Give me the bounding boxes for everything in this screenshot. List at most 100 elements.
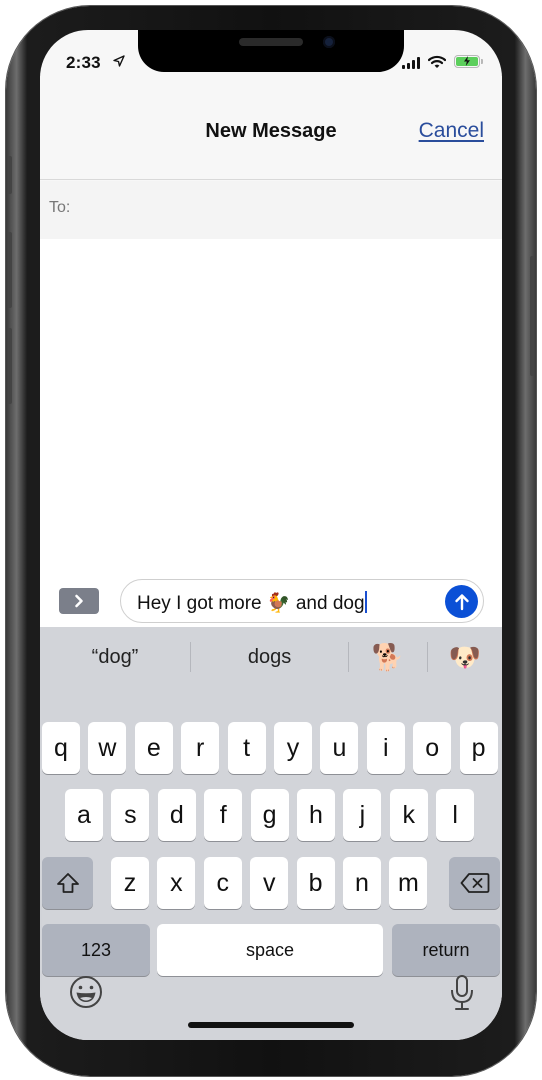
key-j[interactable]: j [343,789,382,841]
message-text-part: and dog [290,593,365,614]
suggestion-quoted-dog[interactable]: “dog” [40,627,190,687]
rooster-emoji: 🐓 [266,593,291,614]
cancel-button[interactable]: Cancel [419,119,484,143]
key-label: d [169,800,184,829]
key-o[interactable]: o [413,722,452,774]
key-c[interactable]: c [203,857,242,909]
shift-icon [56,873,79,893]
key-f[interactable]: f [204,789,243,841]
delete-key[interactable] [449,857,500,909]
key-e[interactable]: e [134,722,173,774]
key-label: h [309,800,323,829]
arrow-up-icon [454,593,469,610]
key-label: r [196,733,205,762]
key-label: j [359,800,366,829]
key-g[interactable]: g [250,789,289,841]
key-label: a [77,800,91,829]
compose-bar: Hey I got more 🐓 and dog [40,571,502,627]
key-v[interactable]: v [250,857,289,909]
key-u[interactable]: u [320,722,359,774]
notch [138,30,404,72]
key-label: t [243,733,251,762]
volume-up-button [8,232,12,308]
key-label: k [402,800,416,829]
chevron-right-icon [75,594,83,608]
key-x[interactable]: x [157,857,196,909]
screen: 2:33 New Message Cancel To: Hey I got mo… [40,30,502,1040]
predictive-bar: “dog” dogs 🐕 🐶 [40,627,502,687]
key-label: m [397,868,419,897]
message-text: Hey I got more 🐓 and dog [137,591,367,615]
microphone-icon[interactable] [448,974,476,1012]
status-time: 2:33 [66,53,101,72]
key-w[interactable]: w [88,722,127,774]
keyboard: “dog” dogs 🐕 🐶 q we r t y u i o p a s d f g h j k l z x c v… [40,627,502,1040]
key-label: w [98,733,117,762]
message-input[interactable]: Hey I got more 🐓 and dog [120,579,484,623]
key-n[interactable]: n [343,857,381,909]
numbers-key[interactable]: 123 [42,924,150,976]
to-label: To: [49,199,71,216]
text-cursor [364,591,367,613]
numbers-key-label: 123 [80,939,112,960]
recipient-field[interactable]: To: [40,181,502,239]
suggestion-dog-emoji[interactable]: 🐕 [349,627,427,687]
key-s[interactable]: s [111,789,150,841]
key-label: p [471,733,486,762]
cellular-signal-icon [402,57,420,69]
backspace-icon [460,873,489,893]
front-camera [323,36,335,48]
mute-switch [8,156,12,194]
key-label: f [219,800,227,829]
key-label: z [123,868,137,897]
key-h[interactable]: h [297,789,335,841]
key-label: c [216,868,230,897]
space-key-label: space [245,939,295,960]
key-label: b [308,868,323,897]
space-key[interactable]: space [157,924,383,976]
send-button[interactable] [445,585,478,618]
return-key[interactable]: return [392,924,500,976]
earpiece-speaker [239,38,303,46]
key-k[interactable]: k [389,789,428,841]
key-z[interactable]: z [111,857,149,909]
return-key-label: return [422,939,470,960]
key-label: q [54,733,68,762]
key-m[interactable]: m [389,857,428,909]
shift-key[interactable] [42,857,93,909]
key-y[interactable]: y [274,722,312,774]
navigation-bar: New Message Cancel [40,76,502,180]
key-label: s [124,800,137,829]
app-drawer-expand-button[interactable] [59,588,99,614]
key-label: l [452,800,458,829]
suggestion-dog-face-emoji[interactable]: 🐶 [428,627,502,687]
home-indicator[interactable] [188,1022,354,1028]
key-r[interactable]: r [181,722,220,774]
key-d[interactable]: d [157,789,196,841]
key-q[interactable]: q [42,722,80,774]
suggestion-dogs[interactable]: dogs [191,627,348,687]
key-label: i [383,733,389,762]
key-i[interactable]: i [366,722,405,774]
wifi-icon [428,55,446,68]
key-t[interactable]: t [227,722,266,774]
key-label: n [355,868,369,897]
message-thread-area [40,239,502,571]
side-button [530,256,534,376]
message-text-part: Hey I got more [137,593,267,614]
key-label: o [425,733,440,762]
key-label: e [146,733,161,762]
key-label: y [286,733,300,762]
key-label: g [262,800,277,829]
key-label: v [262,868,276,897]
key-b[interactable]: b [296,857,335,909]
location-arrow-icon [113,55,125,67]
battery-nub [481,59,483,64]
emoji-icon[interactable] [68,974,104,1010]
key-a[interactable]: a [65,789,103,841]
key-label: u [332,733,347,762]
key-label: x [170,868,183,897]
key-l[interactable]: l [436,789,475,841]
key-p[interactable]: p [459,722,498,774]
volume-down-button [8,328,12,404]
